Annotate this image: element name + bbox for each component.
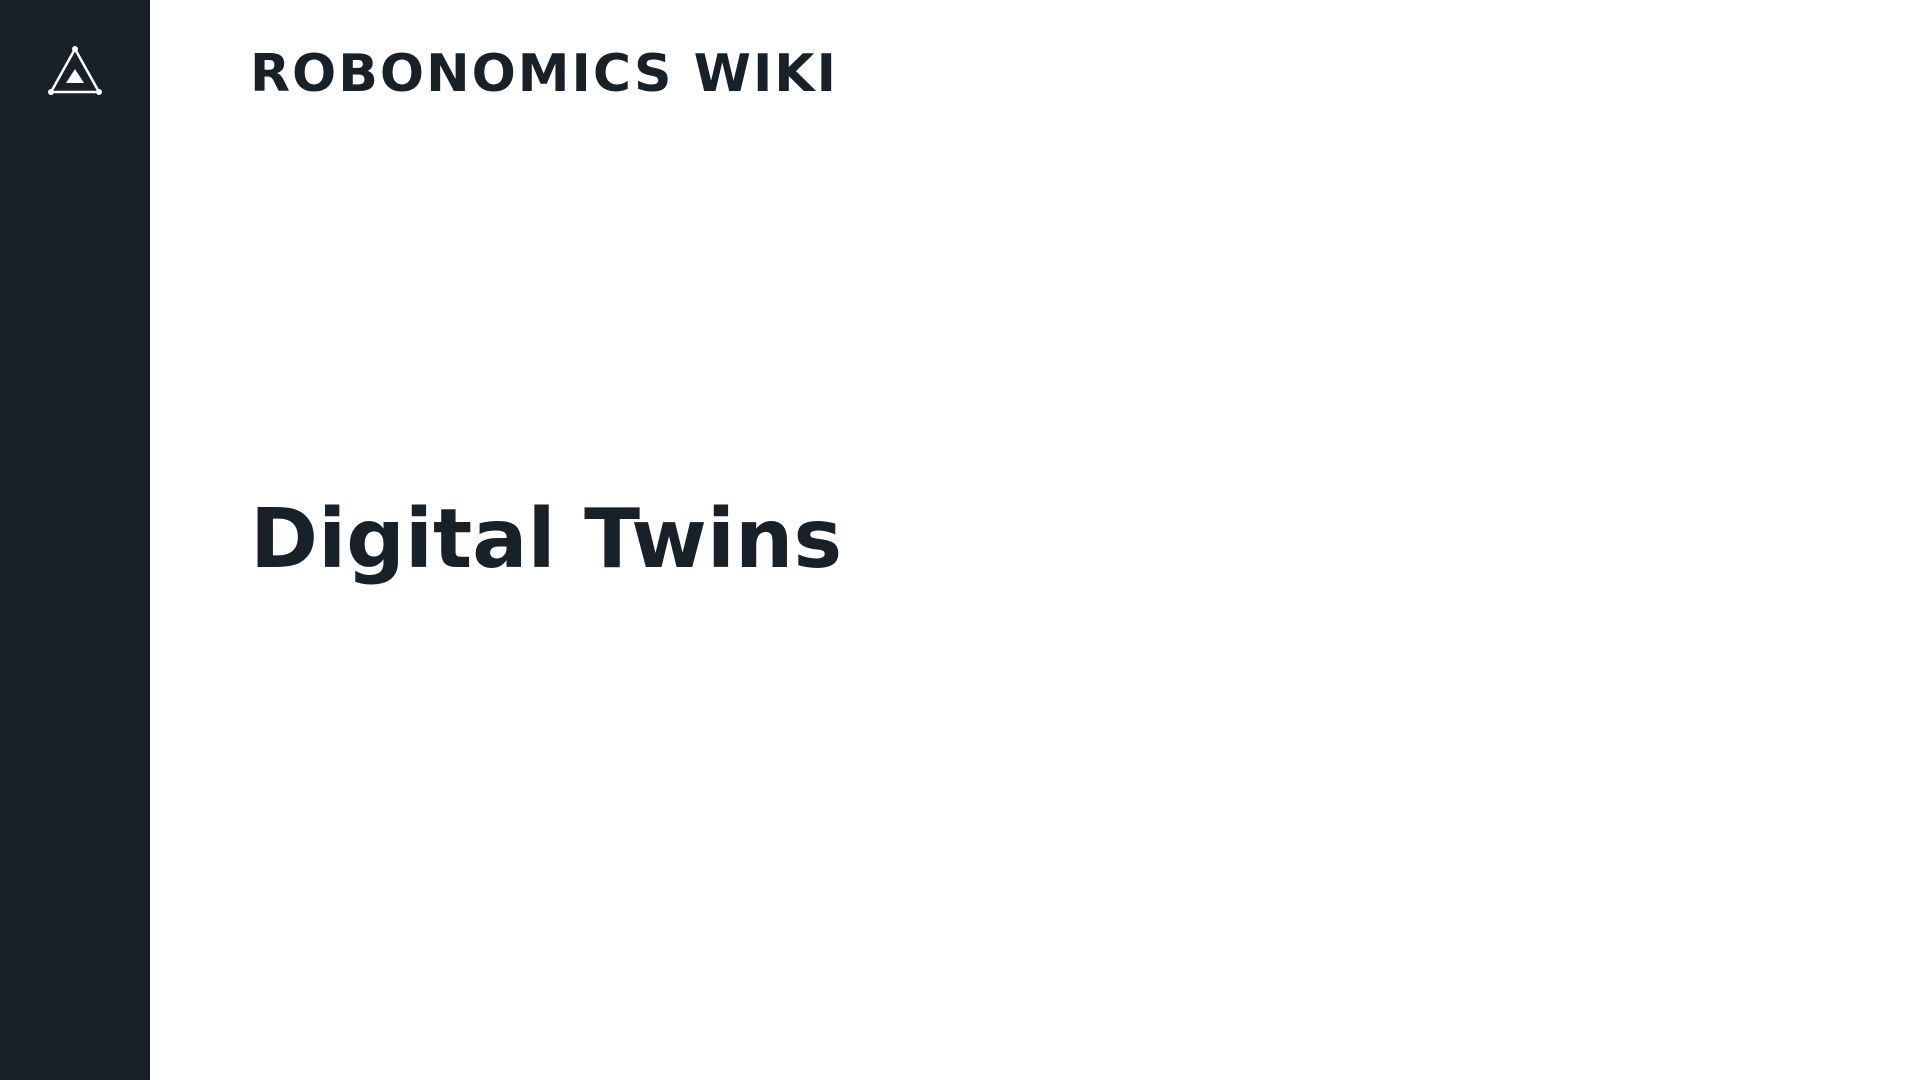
site-title[interactable]: ROBONOMICS WIKI <box>250 42 838 106</box>
page: ROBONOMICS WIKI Digital Twins <box>0 0 1920 1080</box>
robonomics-logo-icon[interactable] <box>46 46 104 98</box>
page-title: Digital Twins <box>250 492 843 587</box>
sidebar <box>0 0 150 1080</box>
